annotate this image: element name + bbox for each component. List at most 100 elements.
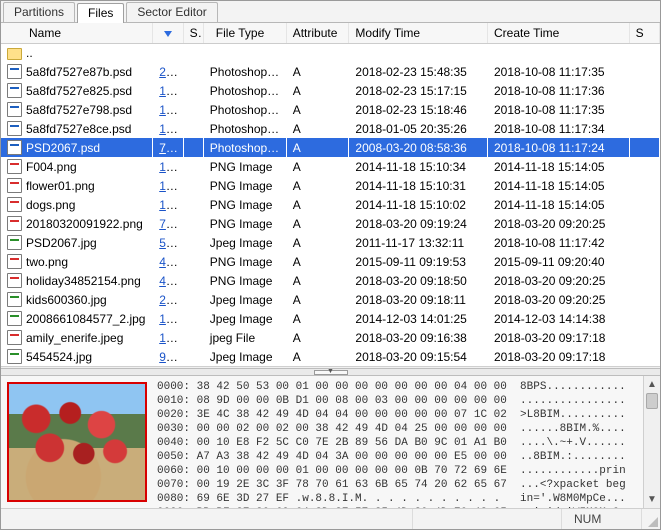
table-row[interactable]: 5a8fd7527e825.psd138.Photoshop ...A2018-… [1,81,660,100]
file-status [183,290,203,309]
table-row[interactable]: two.png484.PNG ImageA2015-09-11 09:19:53… [1,252,660,271]
vscroll-up-icon[interactable]: ▲ [644,376,660,393]
table-row[interactable]: PSD2067.jpg567.Jpeg ImageA2011-11-17 13:… [1,233,660,252]
col-attribute[interactable]: Attribute [286,23,349,44]
file-type: Photoshop ... [203,62,286,81]
file-attribute: A [286,271,349,290]
file-ctime: 2015-09-11 09:20:40 [488,252,630,271]
table-row[interactable]: kids600360.jpg237.Jpeg ImageA2018-03-20 … [1,290,660,309]
parent-dir-row[interactable]: .. [1,44,660,63]
psd-file-icon [7,102,22,117]
jpg-file-icon [7,349,22,364]
table-row[interactable]: 20180320091922.png710.PNG ImageA2018-03-… [1,214,660,233]
file-status [183,138,203,157]
png-file-icon [7,178,22,193]
file-type: PNG Image [203,214,286,233]
file-type: Jpeg Image [203,233,286,252]
file-size: 484. [159,255,182,269]
file-attribute: A [286,347,349,366]
table-row[interactable]: flower01.png1.3MBPNG ImageA2014-11-18 15… [1,176,660,195]
file-mtime: 2018-03-20 09:18:11 [349,290,488,309]
file-size: 75.3MB [159,141,183,155]
thumbnail-image [7,382,147,502]
file-status [183,271,203,290]
col-create-time[interactable]: Create Time [488,23,630,44]
file-type: PNG Image [203,157,286,176]
png-file-icon [7,273,22,288]
table-row[interactable]: 2008661084577_2.jpg140.Jpeg ImageA2014-1… [1,309,660,328]
preview-pane: 0000: 38 42 50 53 00 01 00 00 00 00 00 0… [1,376,660,508]
file-attribute: A [286,81,349,100]
resize-grip-icon[interactable] [642,509,660,529]
col-modify-time[interactable]: Modify Time [349,23,488,44]
file-size: 138. [159,84,182,98]
file-name: 5454524.jpg [26,350,92,364]
vscroll-down-icon[interactable]: ▼ [644,491,660,508]
file-status [183,195,203,214]
file-mtime: 2018-03-20 09:16:38 [349,328,488,347]
file-status [183,62,203,81]
file-size: 133. [159,122,182,136]
file-attribute: A [286,233,349,252]
col-status[interactable]: S [183,23,203,44]
file-attribute: A [286,195,349,214]
file-size: 1.3MB [159,179,183,193]
file-size: 1.6MB [159,160,183,174]
file-type: Photoshop ... [203,138,286,157]
file-name: kids600360.jpg [26,293,107,307]
col-file-type[interactable]: File Type [203,23,286,44]
file-ctime: 2018-03-20 09:17:18 [488,328,630,347]
table-row[interactable]: 5454524.jpg93.7KBJpeg ImageA2018-03-20 0… [1,347,660,366]
preview-vscrollbar[interactable]: ▲ ▼ [643,376,660,508]
table-row[interactable]: dogs.png1.2MBPNG ImageA2014-11-18 15:10:… [1,195,660,214]
col-name[interactable]: Name [1,23,153,44]
table-row[interactable]: 5a8fd7527e87b.psd274.Photoshop ...A2018-… [1,62,660,81]
png-file-icon [7,216,22,231]
splitter[interactable]: ▼ [1,368,660,376]
file-type: PNG Image [203,195,286,214]
file-attribute: A [286,290,349,309]
file-mtime: 2015-09-11 09:19:53 [349,252,488,271]
file-name: 20180320091922.png [26,217,143,231]
file-ctime: 2018-10-08 11:17:36 [488,81,630,100]
file-name: PSD2067.jpg [26,236,97,250]
file-type: Photoshop ... [203,81,286,100]
file-type: PNG Image [203,252,286,271]
file-ctime: 2018-03-20 09:20:25 [488,271,630,290]
file-name: 5a8fd7527e87b.psd [26,65,132,79]
file-ctime: 2018-03-20 09:17:18 [488,347,630,366]
file-ctime: 2018-10-08 11:17:34 [488,119,630,138]
psd-file-icon [7,121,22,136]
file-attribute: A [286,119,349,138]
col-size-short[interactable]: S [629,23,659,44]
file-type: PNG Image [203,271,286,290]
table-row[interactable]: amily_enerife.jpeg100.jpeg FileA2018-03-… [1,328,660,347]
file-list: Name S File Type Attribute Modify Time C… [1,23,660,368]
table-row[interactable]: F004.png1.6MBPNG ImageA2014-11-18 15:10:… [1,157,660,176]
file-mtime: 2018-03-20 09:18:50 [349,271,488,290]
file-name: PSD2067.psd [26,141,100,155]
sort-desc-icon [164,31,172,37]
table-row[interactable]: PSD2067.psd75.3MBPhotoshop ...A2008-03-2… [1,138,660,157]
tab-partitions[interactable]: Partitions [3,2,75,22]
hex-view[interactable]: 0000: 38 42 50 53 00 01 00 00 00 00 00 0… [153,376,643,508]
file-mtime: 2018-03-20 09:19:24 [349,214,488,233]
file-ctime: 2014-11-18 15:14:05 [488,176,630,195]
tab-files[interactable]: Files [77,3,124,23]
png-file-icon [7,159,22,174]
file-mtime: 2018-02-23 15:17:15 [349,81,488,100]
vscroll-thumb[interactable] [646,393,658,409]
table-row[interactable]: holiday34852154.png430.PNG ImageA2018-03… [1,271,660,290]
file-status [183,214,203,233]
status-left [1,509,413,529]
file-mtime: 2018-02-23 15:48:35 [349,62,488,81]
table-row[interactable]: 5a8fd7527e8ce.psd133.Photoshop ...A2018-… [1,119,660,138]
file-type: Jpeg Image [203,290,286,309]
table-row[interactable]: 5a8fd7527e798.psd136.Photoshop ...A2018-… [1,100,660,119]
psd-file-icon [7,83,22,98]
file-name: 2008661084577_2.jpg [26,312,145,326]
tab-sector-editor[interactable]: Sector Editor [126,2,217,22]
col-sort[interactable] [153,23,183,44]
file-size: 1.2MB [159,198,183,212]
jpg-file-icon [7,311,22,326]
